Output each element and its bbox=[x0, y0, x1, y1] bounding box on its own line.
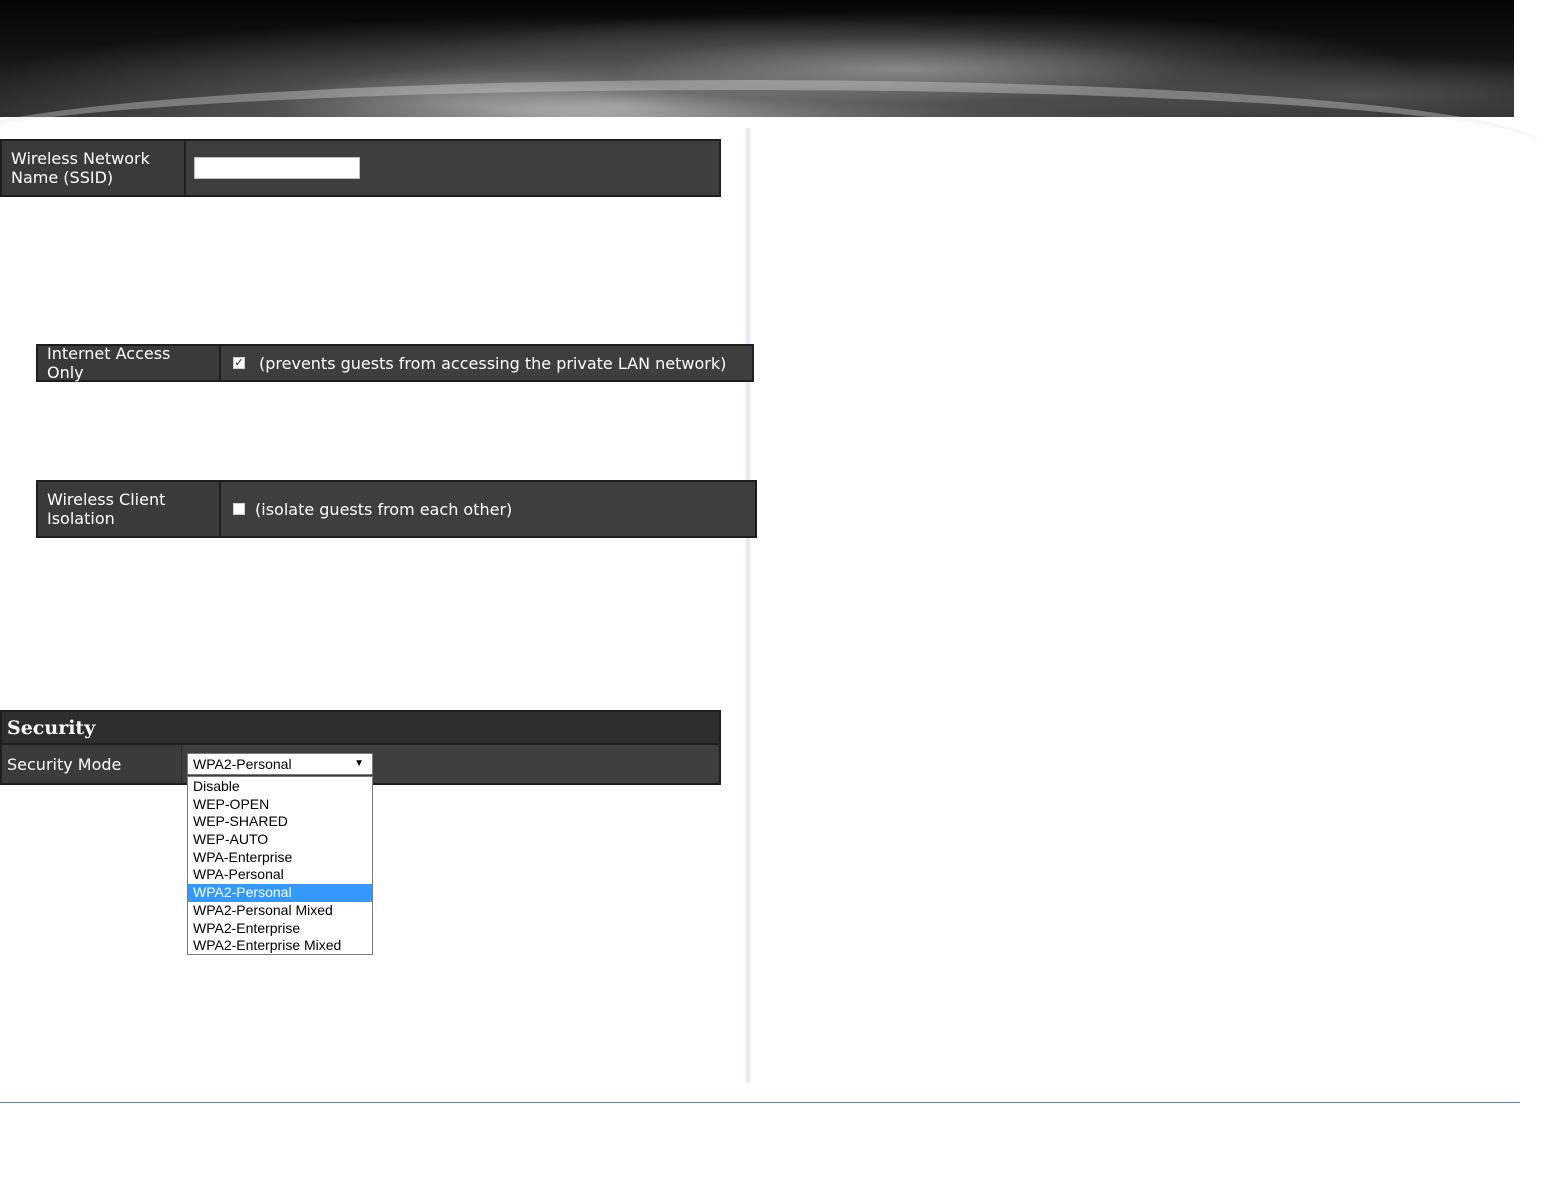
ssid-input[interactable] bbox=[194, 157, 360, 179]
dropdown-option-wpa2-enterprise-mixed[interactable]: WPA2-Enterprise Mixed bbox=[188, 937, 372, 955]
client-isolation-label-line2: Isolation bbox=[47, 509, 115, 528]
security-mode-select[interactable]: WPA2-Personal ▼ bbox=[187, 753, 373, 775]
internet-access-only-panel: Internet Access Only ✓ (prevents guests … bbox=[36, 344, 754, 382]
chevron-down-icon: ▼ bbox=[354, 758, 364, 769]
dropdown-option-wep-open[interactable]: WEP-OPEN bbox=[188, 796, 372, 814]
client-isolation-label: Wireless Client Isolation bbox=[38, 482, 221, 536]
vertical-divider bbox=[744, 128, 752, 1083]
ssid-label-line2: Name (SSID) bbox=[11, 168, 114, 187]
client-isolation-panel: Wireless Client Isolation (isolate guest… bbox=[36, 480, 757, 538]
internet-access-only-description: (prevents guests from accessing the priv… bbox=[259, 353, 727, 373]
ssid-panel: Wireless Network Name (SSID) bbox=[0, 139, 721, 197]
page: Wireless Network Name (SSID) Internet Ac… bbox=[0, 0, 1548, 1200]
client-isolation-checkbox[interactable] bbox=[233, 503, 245, 515]
client-isolation-value-cell: (isolate guests from each other) bbox=[221, 482, 755, 536]
header-banner bbox=[0, 0, 1540, 117]
internet-access-only-checkbox[interactable]: ✓ bbox=[233, 357, 245, 369]
client-isolation-label-line1: Wireless Client bbox=[47, 490, 166, 509]
security-title: Security bbox=[2, 712, 719, 745]
security-mode-label: Security Mode bbox=[2, 745, 182, 783]
internet-access-only-label: Internet Access Only bbox=[38, 344, 221, 382]
dropdown-option-wpa-personal[interactable]: WPA-Personal bbox=[188, 866, 372, 884]
dropdown-option-wep-auto[interactable]: WEP-AUTO bbox=[188, 831, 372, 849]
client-isolation-description: (isolate guests from each other) bbox=[255, 499, 513, 519]
dropdown-option-wpa2-personal-mixed[interactable]: WPA2-Personal Mixed bbox=[188, 902, 372, 920]
dropdown-option-wpa2-personal[interactable]: WPA2-Personal bbox=[188, 884, 372, 902]
dropdown-option-wpa2-enterprise[interactable]: WPA2-Enterprise bbox=[188, 920, 372, 938]
ssid-label: Wireless Network Name (SSID) bbox=[2, 141, 186, 195]
internet-access-only-value-cell: ✓ (prevents guests from accessing the pr… bbox=[221, 346, 752, 380]
checkmark-icon: ✓ bbox=[234, 356, 244, 369]
dropdown-option-wpa-enterprise[interactable]: WPA-Enterprise bbox=[188, 849, 372, 867]
dropdown-option-wep-shared[interactable]: WEP-SHARED bbox=[188, 813, 372, 831]
dropdown-option-disable[interactable]: Disable bbox=[188, 778, 372, 796]
ssid-label-line1: Wireless Network bbox=[11, 149, 150, 168]
security-mode-dropdown-list: Disable WEP-OPEN WEP-SHARED WEP-AUTO WPA… bbox=[187, 776, 373, 955]
bottom-rule bbox=[0, 1102, 1520, 1103]
ssid-value-cell bbox=[186, 141, 719, 195]
security-mode-selected-value: WPA2-Personal bbox=[193, 756, 292, 772]
